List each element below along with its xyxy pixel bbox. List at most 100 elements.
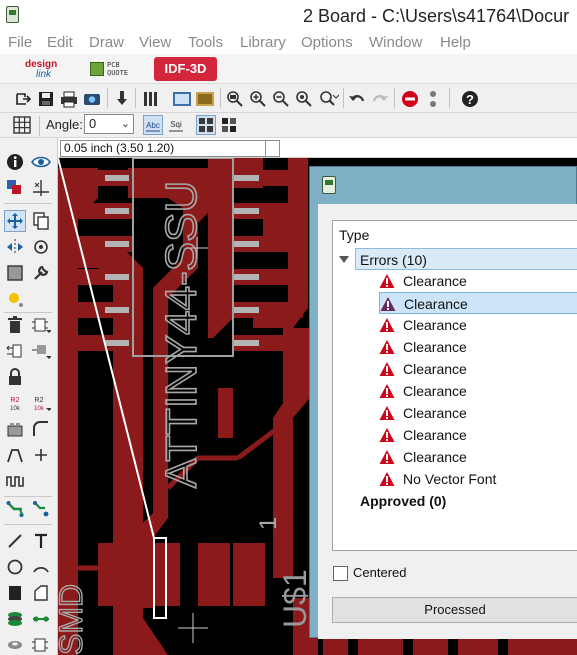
error-row[interactable]: Clearance <box>379 336 577 358</box>
rectangle-icon[interactable] <box>4 582 26 604</box>
partner-toolbar <box>0 54 577 84</box>
menu-tools[interactable]: Tools <box>188 34 223 51</box>
menu-help[interactable]: Help <box>440 34 471 51</box>
meander-icon[interactable] <box>4 470 26 492</box>
collapse-triangle-icon[interactable] <box>339 256 349 263</box>
error-row[interactable]: Clearance <box>379 424 577 446</box>
pcb-quote-text: PCB QUOTE <box>107 61 128 77</box>
svg-text:10k: 10k <box>34 406 45 412</box>
layer-settings-icon[interactable] <box>141 89 161 109</box>
error-row[interactable]: Clearance <box>379 270 577 292</box>
value-icon[interactable]: R2 10k <box>30 392 52 414</box>
open-file-icon[interactable] <box>13 89 33 109</box>
chip-name-label: ATTINY44-SSU <box>157 181 206 488</box>
stop-icon[interactable] <box>400 89 420 109</box>
dialog-body: Type Errors (10) Clearance Clearance Cle… <box>318 204 577 639</box>
split-icon[interactable] <box>4 444 26 466</box>
hole-icon[interactable] <box>4 634 26 655</box>
cam-processor-icon[interactable] <box>82 89 102 109</box>
mark-icon[interactable] <box>30 177 52 199</box>
optimize-icon[interactable] <box>30 444 52 466</box>
error-tree[interactable]: Type Errors (10) Clearance Clearance Cle… <box>332 220 577 551</box>
menu-window[interactable]: Window <box>369 34 422 51</box>
route-icon[interactable] <box>4 498 26 520</box>
zoom-fit-icon[interactable] <box>225 89 245 109</box>
error-row[interactable]: Clearance <box>379 358 577 380</box>
delete-icon[interactable] <box>4 314 26 336</box>
via-icon[interactable] <box>4 608 26 630</box>
display-layers-icon[interactable] <box>4 177 26 199</box>
text-orientation-icon[interactable]: Abc <box>143 115 163 135</box>
idf-3d-button[interactable]: IDF-3D <box>154 57 217 81</box>
arc-icon[interactable] <box>30 556 52 578</box>
print-icon[interactable] <box>59 89 79 109</box>
redo-icon[interactable] <box>370 89 390 109</box>
errors-group-row[interactable]: Errors (10) <box>355 248 577 270</box>
zoom-in-icon[interactable] <box>248 89 268 109</box>
zoom-out-icon[interactable] <box>271 89 291 109</box>
script-run-icon[interactable] <box>112 89 132 109</box>
group-icon[interactable] <box>4 262 26 284</box>
info-icon[interactable] <box>4 151 26 173</box>
fanout-icon[interactable] <box>30 498 52 520</box>
signal-icon[interactable] <box>30 608 52 630</box>
help-icon[interactable]: ? <box>460 89 480 109</box>
menu-view[interactable]: View <box>139 34 171 51</box>
go-icon[interactable] <box>423 89 443 109</box>
menu-library[interactable]: Library <box>240 34 286 51</box>
zoom-area-icon[interactable] <box>319 89 339 109</box>
pcb-quote-button[interactable]: PCB QUOTE <box>90 59 132 81</box>
circle-icon[interactable] <box>4 556 26 578</box>
svg-text:?: ? <box>466 92 474 107</box>
svg-text:Sqi: Sqi <box>170 120 182 129</box>
move-icon[interactable] <box>4 210 26 232</box>
error-row[interactable]: Clearance <box>379 380 577 402</box>
replace-icon[interactable] <box>30 340 52 362</box>
menu-file[interactable]: File <box>8 34 32 51</box>
save-icon[interactable] <box>36 89 56 109</box>
text-icon[interactable] <box>30 530 52 552</box>
change-wrench-icon[interactable] <box>30 262 52 284</box>
line-icon[interactable] <box>4 530 26 552</box>
display-mode-icon[interactable] <box>196 115 216 135</box>
menu-draw[interactable]: Draw <box>89 34 124 51</box>
board-switch-icon[interactable] <box>195 89 215 109</box>
processed-button[interactable]: Processed <box>332 597 577 623</box>
undo-icon[interactable] <box>347 89 367 109</box>
menu-options[interactable]: Options <box>301 34 353 51</box>
menu-edit[interactable]: Edit <box>47 34 73 51</box>
mirror-icon[interactable] <box>4 236 26 258</box>
grid-icon[interactable] <box>12 115 32 135</box>
error-row[interactable]: Clearance <box>379 402 577 424</box>
chevron-down-icon: ⌄ <box>120 118 130 130</box>
error-row[interactable]: Clearance <box>379 446 577 468</box>
add-part-icon[interactable] <box>30 314 52 336</box>
svg-text:10k: 10k <box>10 406 21 412</box>
error-row[interactable]: No Vector Font <box>379 468 577 490</box>
miter-icon[interactable] <box>30 418 52 440</box>
designlink-button[interactable]: design link <box>22 59 70 81</box>
centered-checkbox[interactable] <box>333 566 348 581</box>
zoom-redraw-icon[interactable] <box>294 89 314 109</box>
approved-group-row[interactable]: Approved (0) <box>360 490 560 512</box>
text-mirror-icon[interactable]: Sqi <box>166 115 186 135</box>
name-icon[interactable]: R2 10k <box>4 392 26 414</box>
schematic-switch-icon[interactable] <box>172 89 192 109</box>
rotate-icon[interactable] <box>30 236 52 258</box>
pinswap-icon[interactable] <box>4 340 26 362</box>
display-filled-icon[interactable] <box>219 115 239 135</box>
lock-icon[interactable] <box>4 366 26 388</box>
smash-icon[interactable] <box>4 418 26 440</box>
error-row[interactable]: Clearance <box>379 314 577 336</box>
error-row-selected[interactable]: Clearance <box>379 292 577 314</box>
svg-text:R2: R2 <box>35 397 44 404</box>
show-eye-icon[interactable] <box>30 151 52 173</box>
polygon-icon[interactable] <box>30 582 52 604</box>
command-line-input[interactable] <box>266 140 280 157</box>
paste-icon[interactable] <box>4 288 26 310</box>
angle-select[interactable]: 0 ⌄ <box>84 114 134 134</box>
attribute-icon[interactable] <box>30 634 52 655</box>
type-column-header[interactable]: Type <box>339 227 369 243</box>
copy-icon[interactable] <box>30 210 52 232</box>
warning-triangle-icon <box>379 450 395 464</box>
